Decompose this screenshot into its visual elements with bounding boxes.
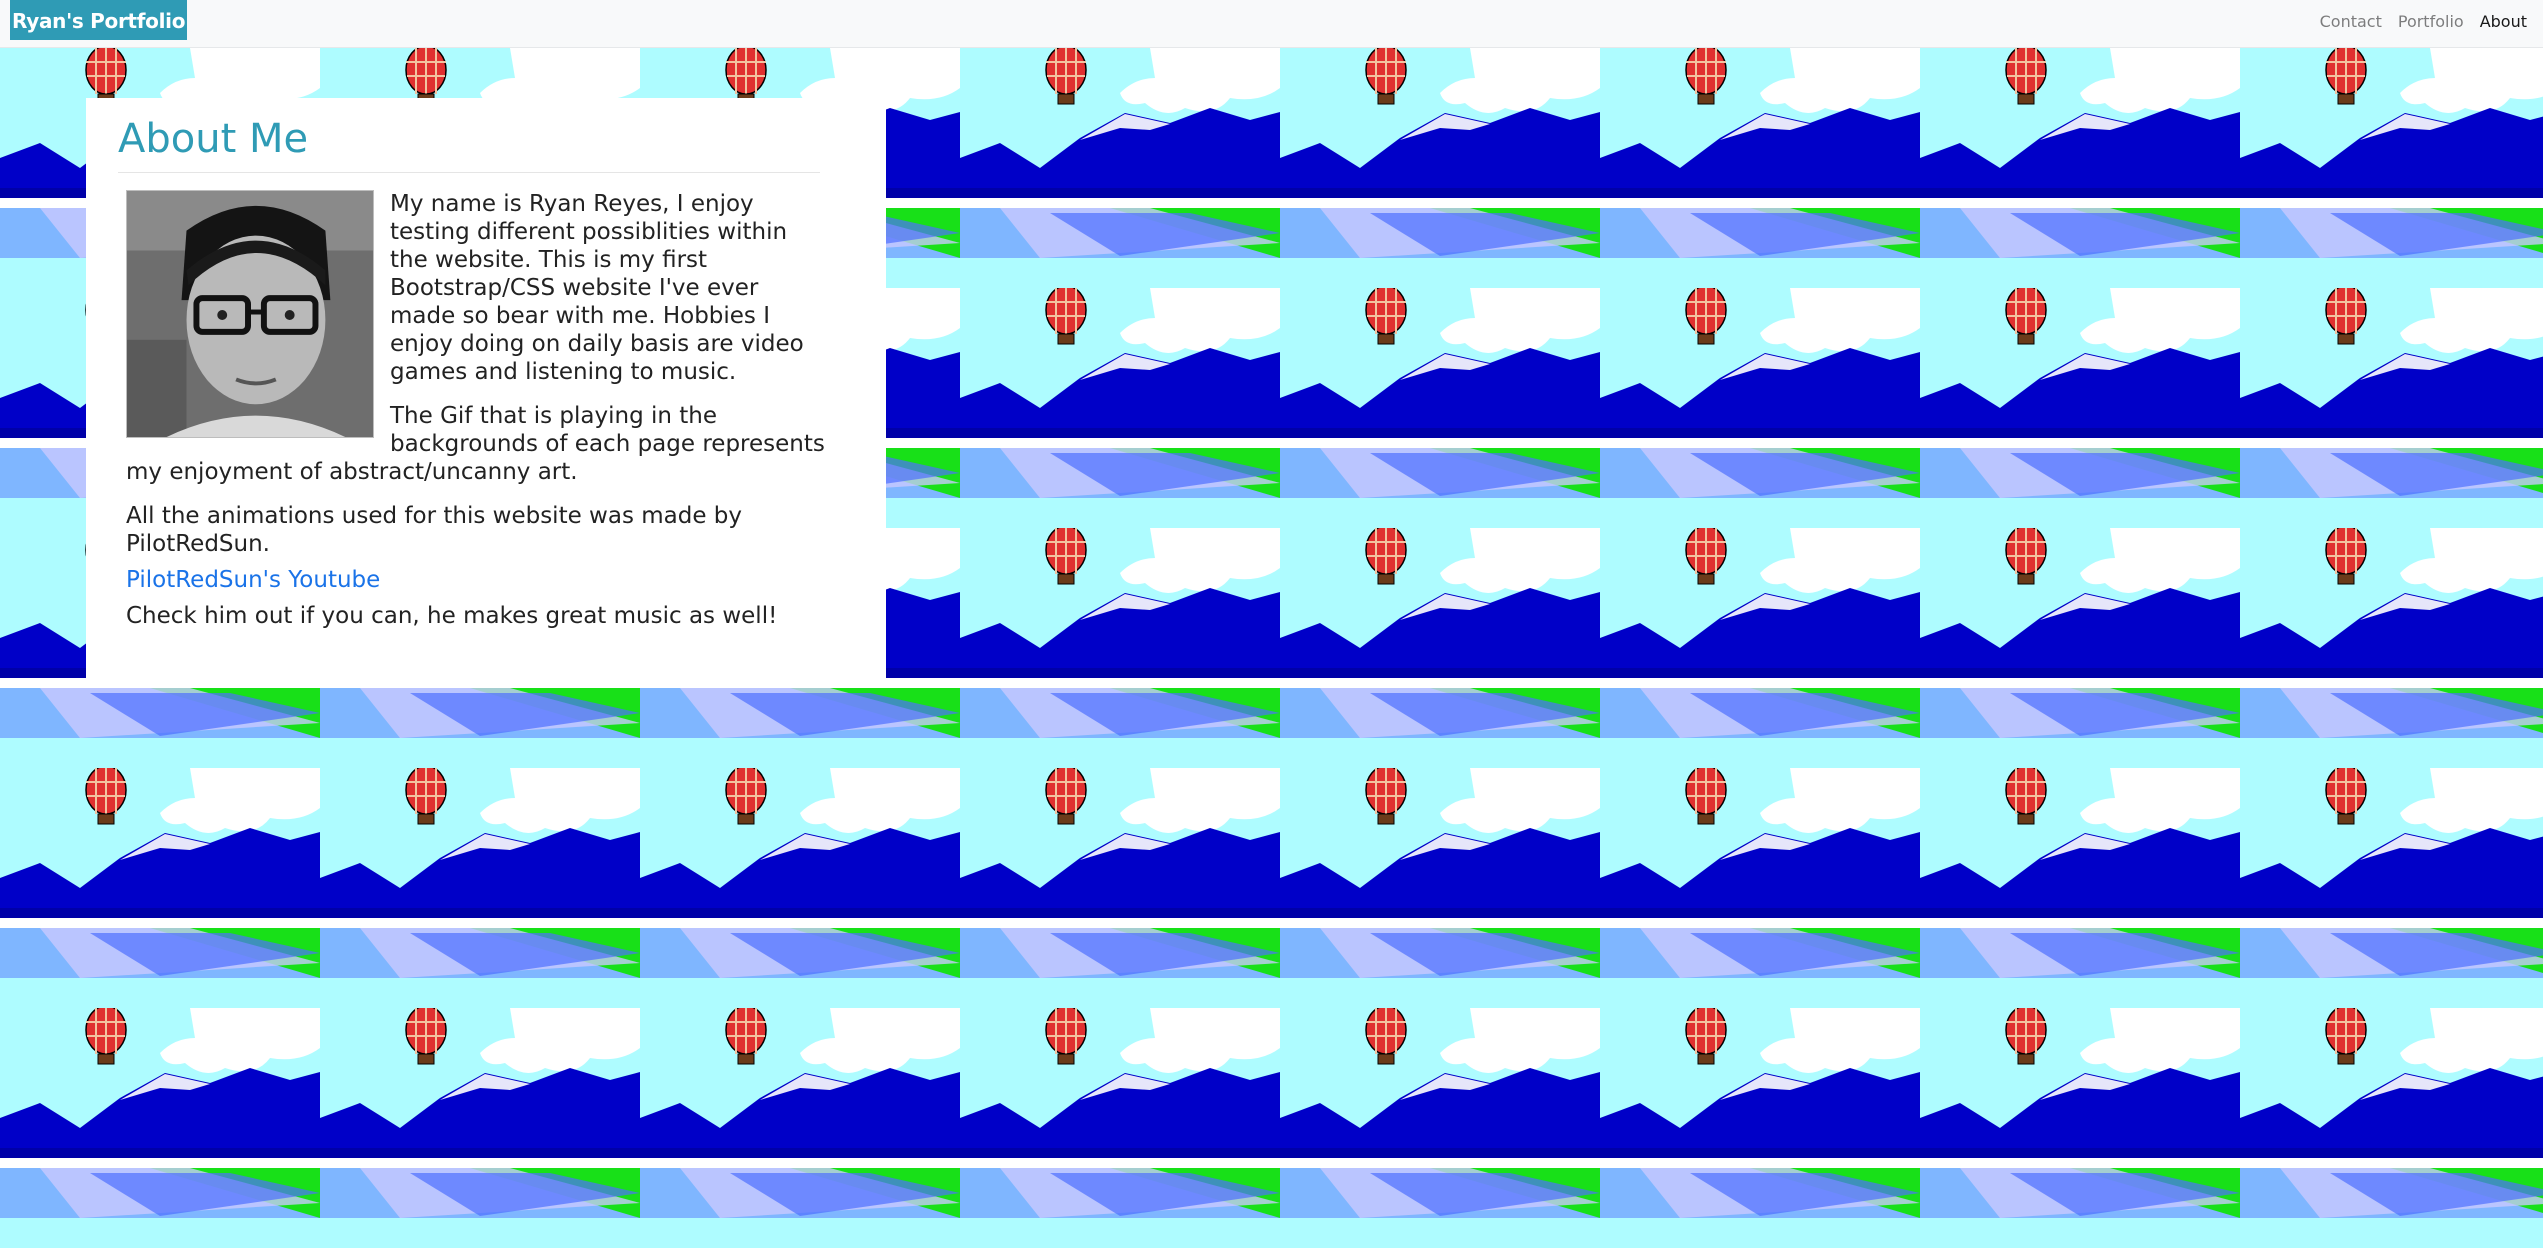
nav-link-about[interactable]: About xyxy=(2472,0,2535,44)
balloon-landscape-tile xyxy=(320,1008,640,1248)
balloon-landscape-tile xyxy=(960,288,1280,528)
balloon-landscape-tile xyxy=(1600,1008,1920,1248)
balloon-landscape-tile xyxy=(1600,48,1920,288)
balloon-landscape-tile xyxy=(1920,768,2240,1008)
balloon-landscape-tile xyxy=(960,48,1280,288)
about-paragraph-3: All the animations used for this website… xyxy=(126,503,743,557)
balloon-landscape-tile xyxy=(320,768,640,1008)
balloon-landscape-tile xyxy=(1280,288,1600,528)
balloon-landscape-tile xyxy=(1280,1008,1600,1248)
balloon-landscape-tile xyxy=(960,768,1280,1008)
balloon-landscape-tile xyxy=(1280,768,1600,1008)
balloon-landscape-tile xyxy=(2240,288,2543,528)
nav-links: Contact Portfolio About xyxy=(2312,0,2535,44)
balloon-landscape-tile xyxy=(640,1008,960,1248)
balloon-landscape-tile xyxy=(2240,528,2543,768)
about-card: About Me My name is Ryan Reyes, I enjoy … xyxy=(86,98,886,686)
balloon-landscape-tile xyxy=(1600,528,1920,768)
navbar: Ryan's Portfolio Contact Portfolio About xyxy=(0,0,2543,48)
balloon-landscape-tile xyxy=(1600,288,1920,528)
balloon-landscape-tile xyxy=(1920,288,2240,528)
balloon-landscape-tile xyxy=(640,768,960,1008)
page-title: About Me xyxy=(118,116,309,162)
balloon-landscape-tile xyxy=(2240,48,2543,288)
about-content: My name is Ryan Reyes, I enjoy testing d… xyxy=(126,190,826,646)
brand-link[interactable]: Ryan's Portfolio xyxy=(10,0,188,40)
balloon-landscape-tile xyxy=(1920,1008,2240,1248)
nav-link-contact[interactable]: Contact xyxy=(2312,0,2390,44)
balloon-landscape-tile xyxy=(0,768,320,1008)
balloon-landscape-tile xyxy=(1280,48,1600,288)
balloon-landscape-tile xyxy=(2240,768,2543,1008)
nav-link-portfolio[interactable]: Portfolio xyxy=(2390,0,2472,44)
balloon-landscape-tile xyxy=(960,528,1280,768)
divider xyxy=(118,172,820,173)
balloon-landscape-tile xyxy=(0,1008,320,1248)
balloon-landscape-tile xyxy=(960,1008,1280,1248)
balloon-landscape-tile xyxy=(1280,528,1600,768)
profile-photo xyxy=(126,190,374,438)
youtube-link[interactable]: PilotRedSun's Youtube xyxy=(126,566,826,594)
balloon-landscape-tile xyxy=(1920,528,2240,768)
balloon-landscape-tile xyxy=(1600,768,1920,1008)
balloon-landscape-tile xyxy=(1920,48,2240,288)
balloon-landscape-tile xyxy=(2240,1008,2543,1248)
closing-text: Check him out if you can, he makes great… xyxy=(126,603,778,629)
